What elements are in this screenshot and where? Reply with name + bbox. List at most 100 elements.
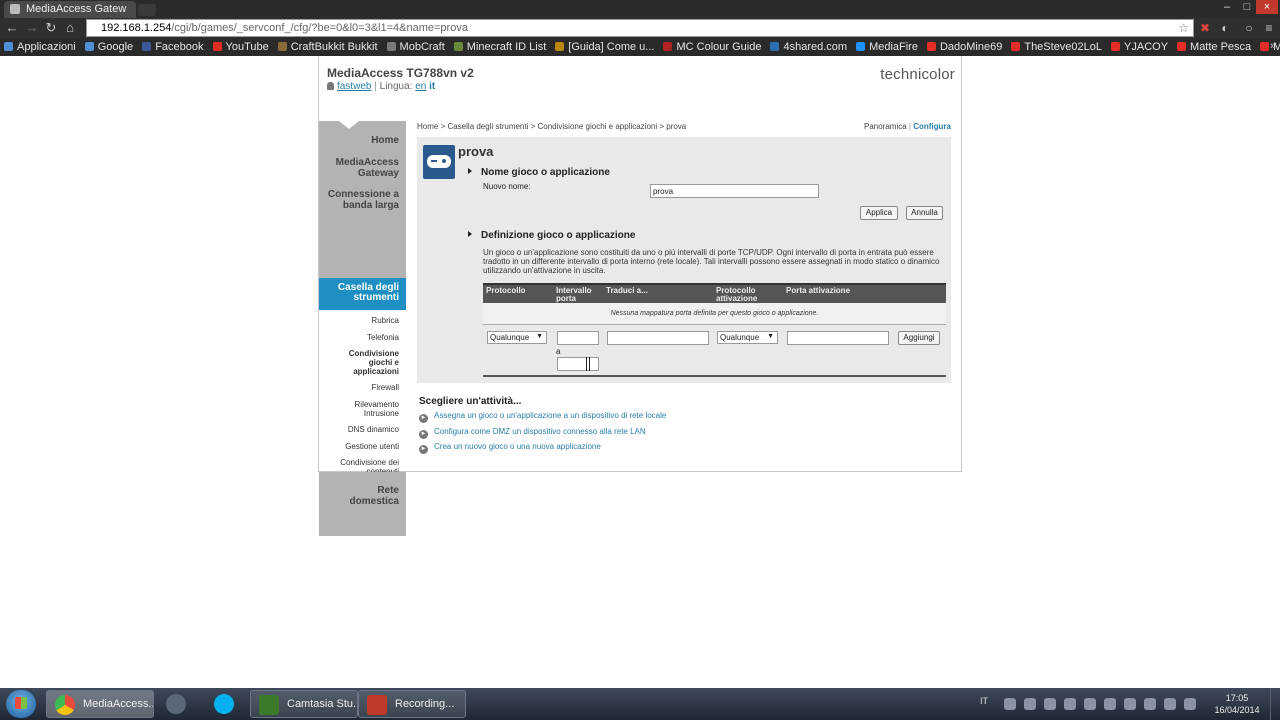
bookmark-favicon-icon bbox=[453, 42, 463, 51]
bookmarks-overflow-icon[interactable]: » bbox=[1270, 40, 1276, 52]
user-line: fastweb | Lingua: en it bbox=[327, 81, 435, 92]
arrow-circle-icon: ► bbox=[419, 430, 428, 439]
task-skype[interactable] bbox=[204, 690, 244, 718]
bookmark-item[interactable]: Matte Pesca bbox=[1173, 38, 1256, 54]
clock-date: 16/04/2014 bbox=[1214, 705, 1260, 715]
cancel-button[interactable]: Annulla bbox=[906, 206, 943, 220]
start-button[interactable] bbox=[6, 690, 36, 718]
tray-icon[interactable] bbox=[1124, 698, 1136, 710]
translate-to-input[interactable] bbox=[607, 331, 709, 345]
port-table-header: Protocollo Intervallo porta Traduci a...… bbox=[483, 283, 946, 303]
bookmark-item[interactable]: YouTube bbox=[209, 38, 274, 54]
bookmark-item[interactable]: TheSteve02LoL bbox=[1007, 38, 1107, 54]
bookmark-item[interactable]: MediaFire bbox=[852, 38, 923, 54]
sidebar-sub-firewall[interactable]: Firewall bbox=[371, 383, 399, 392]
bookmark-item[interactable]: CraftBukkit Bukkit bbox=[274, 38, 383, 54]
action-center-icon[interactable] bbox=[1184, 698, 1196, 710]
home-icon[interactable]: ⌂ bbox=[62, 20, 78, 36]
new-name-input[interactable]: prova bbox=[650, 184, 819, 198]
protocol-select[interactable]: Qualunque ▼ bbox=[487, 331, 547, 344]
activity-link-create[interactable]: ► Crea un nuovo gioco o una nuova applica… bbox=[419, 442, 601, 454]
trigger-port-input[interactable] bbox=[787, 331, 889, 345]
bookmark-star-icon[interactable]: ☆ bbox=[1178, 21, 1189, 35]
col-trigger-protocol: Protocollo attivazione bbox=[716, 286, 758, 303]
col-protocol: Protocollo bbox=[486, 286, 526, 295]
bookmark-item[interactable]: Monkit98 bbox=[1256, 38, 1280, 54]
sidebar-item-home[interactable]: Home bbox=[371, 135, 399, 146]
extension-2-icon[interactable]: ◐ bbox=[1218, 21, 1232, 35]
extension-icon[interactable]: ✖ bbox=[1198, 21, 1212, 35]
sidebar-submenu: Rubrica Telefonia Condivisione giochi e … bbox=[319, 310, 406, 476]
activity-link-assign[interactable]: ► Assegna un gioco o un'applicazione a un… bbox=[419, 411, 666, 423]
language-en-link[interactable]: en bbox=[415, 81, 426, 92]
task-recording[interactable]: Recording... bbox=[358, 690, 466, 718]
port-range-end-input[interactable] bbox=[557, 357, 599, 371]
bookmark-item[interactable]: MobCraft bbox=[383, 38, 450, 54]
bookmark-item[interactable]: Applicazioni bbox=[0, 38, 81, 54]
bookmark-favicon-icon bbox=[770, 42, 780, 51]
bookmark-item[interactable]: Facebook bbox=[138, 38, 208, 54]
show-desktop-button[interactable] bbox=[1270, 688, 1280, 720]
task-chrome[interactable]: MediaAccess... bbox=[46, 690, 154, 718]
bookmark-item[interactable]: YJACOY bbox=[1107, 38, 1173, 54]
sidebar-item-toolbox[interactable]: Casella degli strumenti bbox=[319, 278, 406, 310]
task-camtasia[interactable]: Camtasia Stu... bbox=[250, 690, 358, 718]
port-range-start-input[interactable] bbox=[557, 331, 599, 345]
bookmark-item[interactable]: [Guida] Come u... bbox=[551, 38, 659, 54]
new-tab-button[interactable] bbox=[138, 4, 156, 16]
section-name-heading: Nome gioco o applicazione bbox=[468, 167, 610, 178]
bookmark-item[interactable]: Google bbox=[81, 38, 138, 54]
close-icon[interactable]: × bbox=[1256, 0, 1278, 14]
tray-icon[interactable] bbox=[1104, 698, 1116, 710]
apply-button[interactable]: Applica bbox=[860, 206, 898, 220]
tray-icon[interactable] bbox=[1044, 698, 1056, 710]
menu-icon[interactable]: ≡ bbox=[1262, 21, 1276, 35]
browser-tab[interactable]: MediaAccess Gatew bbox=[4, 1, 136, 18]
bookmark-item[interactable]: Minecraft ID List bbox=[450, 38, 551, 54]
overview-link[interactable]: Panoramica bbox=[864, 122, 907, 131]
sidebar-sub-games[interactable]: Condivisione giochi e applicazioni bbox=[337, 349, 399, 376]
sidebar-sub-rubrica[interactable]: Rubrica bbox=[371, 316, 399, 325]
tray-icon[interactable] bbox=[1064, 698, 1076, 710]
forward-arrow-icon[interactable]: → bbox=[24, 20, 40, 36]
url-domain: 192.168.1.254 bbox=[101, 22, 172, 34]
camtasia-icon bbox=[259, 695, 279, 715]
address-bar[interactable]: 192.168.1.254/cgi/b/games/_servconf_/cfg… bbox=[86, 19, 1194, 37]
windows-logo-icon bbox=[15, 697, 27, 709]
bookmark-item[interactable]: MC Colour Guide bbox=[659, 38, 766, 54]
user-link[interactable]: fastweb bbox=[337, 81, 371, 92]
task-steam[interactable] bbox=[156, 690, 196, 718]
bookmark-favicon-icon bbox=[856, 42, 866, 51]
sidebar-sub-dns[interactable]: DNS dinamico bbox=[348, 425, 399, 434]
sidebar-item-toolbox-label: Casella degli strumenti bbox=[337, 282, 399, 303]
activity-link-dmz[interactable]: ► Configura come DMZ un dispositivo conne… bbox=[419, 427, 646, 439]
back-arrow-icon[interactable]: ← bbox=[4, 20, 20, 36]
minimize-icon[interactable]: – bbox=[1216, 0, 1238, 14]
sidebar-item-home-network[interactable]: Rete domestica bbox=[339, 485, 399, 507]
tray-icon[interactable] bbox=[1004, 698, 1016, 710]
bookmark-item[interactable]: DadoMine69 bbox=[923, 38, 1007, 54]
network-icon[interactable] bbox=[1144, 698, 1156, 710]
sidebar-sub-intrusion[interactable]: Rilevamento Intrusione bbox=[341, 400, 399, 418]
col-port-range: Intervallo porta bbox=[556, 286, 592, 303]
tray-icon[interactable] bbox=[1024, 698, 1036, 710]
volume-icon[interactable] bbox=[1084, 698, 1096, 710]
arrow-circle-icon: ► bbox=[419, 445, 428, 454]
trigger-protocol-select[interactable]: Qualunque ▼ bbox=[717, 331, 778, 344]
language-it-link[interactable]: it bbox=[429, 81, 435, 92]
new-name-label: Nuovo nome: bbox=[483, 182, 531, 191]
sidebar-item-broadband[interactable]: Connessione a banda larga bbox=[325, 189, 399, 211]
sidebar-sub-telefonia[interactable]: Telefonia bbox=[367, 333, 399, 342]
sidebar-item-gateway[interactable]: MediaAccess Gateway bbox=[329, 157, 399, 179]
system-clock[interactable]: 17:05 16/04/2014 bbox=[1206, 692, 1268, 716]
bookmark-favicon-icon bbox=[663, 42, 673, 51]
bookmark-item[interactable]: 4shared.com bbox=[766, 38, 852, 54]
input-language[interactable]: IT bbox=[980, 696, 988, 706]
reload-icon[interactable]: ↻ bbox=[43, 20, 59, 36]
maximize-icon[interactable]: □ bbox=[1236, 0, 1258, 14]
tray-icon[interactable] bbox=[1164, 698, 1176, 710]
extension-3-icon[interactable]: ○ bbox=[1242, 21, 1256, 35]
configure-link[interactable]: Configura bbox=[913, 122, 951, 131]
add-button[interactable]: Aggiungi bbox=[898, 331, 940, 345]
sidebar-sub-users[interactable]: Gestione utenti bbox=[345, 442, 399, 451]
